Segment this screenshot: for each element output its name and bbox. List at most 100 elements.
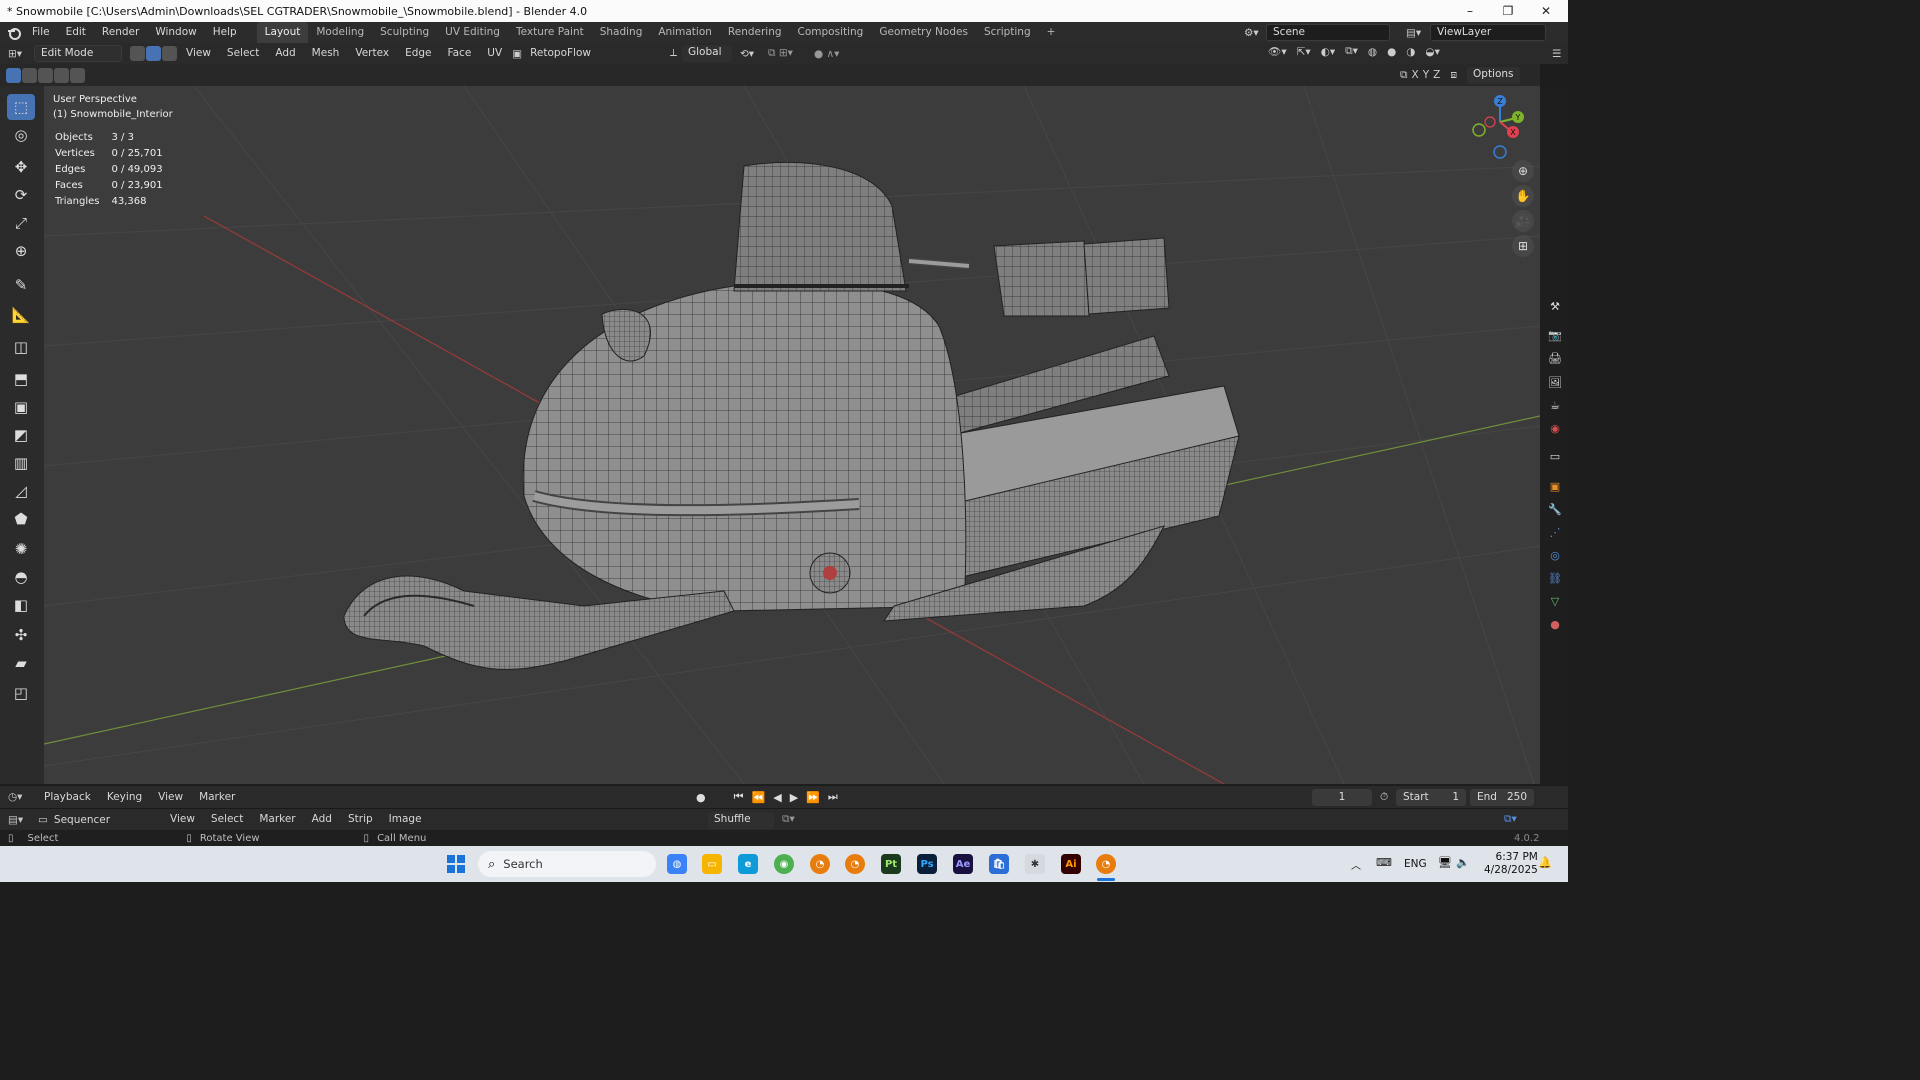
chrome-icon[interactable]: ◉: [774, 854, 794, 874]
move-icon[interactable]: ✥: [7, 154, 35, 180]
blender-logo-icon[interactable]: [4, 26, 24, 40]
select-box-icon[interactable]: ⬚: [7, 94, 35, 120]
select-intersect-button[interactable]: [70, 67, 85, 83]
transform-icon[interactable]: ⊕: [7, 238, 35, 264]
substance-painter-icon[interactable]: Pt: [881, 854, 901, 874]
shrink-fatten-icon[interactable]: ✣: [7, 622, 35, 648]
ortho-toggle-icon[interactable]: ⊞: [1512, 235, 1534, 257]
viewlayer-selector[interactable]: ▤▾ ViewLayer: [1406, 24, 1546, 41]
vertex-select-button[interactable]: [130, 46, 145, 61]
file-explorer-icon[interactable]: ▭: [702, 854, 722, 874]
overlay-toggle-icon[interactable]: ◐▾: [1321, 46, 1335, 58]
wireframe-shading-icon[interactable]: ◍: [1368, 46, 1377, 58]
play-reverse-icon[interactable]: ◀: [773, 791, 781, 804]
end-frame-field[interactable]: End 250: [1470, 789, 1534, 806]
edge-browser-icon[interactable]: e: [738, 854, 758, 874]
menu-edit[interactable]: Edit: [58, 22, 94, 43]
tab-uv-editing[interactable]: UV Editing: [437, 22, 508, 43]
record-icon[interactable]: ●: [696, 791, 706, 804]
tab-shading[interactable]: Shading: [592, 22, 651, 43]
menu-window[interactable]: Window: [147, 22, 204, 43]
select-subtract-button[interactable]: [38, 67, 53, 83]
edge-select-button[interactable]: [146, 46, 161, 61]
retopoflow-menu[interactable]: RetopoFlow: [522, 43, 599, 64]
sequencer-editor-icon[interactable]: ▤▾: [0, 814, 32, 826]
data-properties-icon[interactable]: ▽: [1547, 593, 1563, 609]
timeline-editor-icon[interactable]: ◷▾: [0, 791, 36, 803]
select-invert-button[interactable]: [54, 67, 69, 83]
collection-properties-icon[interactable]: ▭: [1547, 448, 1563, 464]
inset-icon[interactable]: ▣: [7, 394, 35, 420]
menu-uv[interactable]: UV: [479, 43, 510, 64]
minimize-button[interactable]: –: [1452, 0, 1488, 22]
add-cube-icon[interactable]: ◫: [7, 334, 35, 360]
zbrush-icon[interactable]: ✱: [1025, 854, 1045, 874]
spin-icon[interactable]: ✺: [7, 536, 35, 562]
world-properties-icon[interactable]: ◉: [1547, 420, 1563, 436]
seq-overlay-icon[interactable]: ⧉▾: [1504, 813, 1517, 826]
notification-icon[interactable]: 🔔: [1538, 856, 1552, 869]
tab-animation[interactable]: Animation: [650, 22, 720, 43]
3d-viewport[interactable]: Z Y X ⊕ ✋ 🎥 ⊞: [44, 86, 1540, 784]
tab-sculpting[interactable]: Sculpting: [372, 22, 437, 43]
loop-cut-icon[interactable]: ▥: [7, 450, 35, 476]
close-button[interactable]: ✕: [1528, 0, 1564, 22]
sidebar-toggle-icon[interactable]: ☰: [1552, 48, 1561, 60]
illustrator-icon[interactable]: Ai: [1061, 854, 1081, 874]
tray-chevron-icon[interactable]: ︿: [1351, 857, 1361, 872]
options-dropdown[interactable]: Options: [1467, 66, 1520, 84]
menu-keying[interactable]: Keying: [99, 787, 150, 808]
output-properties-icon[interactable]: 🖨: [1547, 350, 1563, 366]
menu-render[interactable]: Render: [94, 22, 147, 43]
measure-icon[interactable]: 📐: [7, 302, 35, 328]
camera-view-icon[interactable]: 🎥: [1512, 210, 1534, 232]
axis-x-toggle[interactable]: X: [1412, 69, 1419, 81]
seq-snap-icon[interactable]: ⧉▾: [782, 813, 795, 826]
tab-compositing[interactable]: Compositing: [790, 22, 872, 43]
zoom-icon[interactable]: ⊕: [1512, 160, 1534, 182]
mirror-icon[interactable]: ⧉: [1400, 69, 1408, 82]
autosnap-icon[interactable]: ⧈: [1450, 69, 1457, 82]
material-shading-icon[interactable]: ◑: [1406, 46, 1415, 58]
menu-seq-view[interactable]: View: [162, 809, 203, 830]
scale-icon[interactable]: ⤢: [7, 210, 35, 236]
menu-marker[interactable]: Marker: [191, 787, 243, 808]
select-extend-button[interactable]: [22, 67, 37, 83]
menu-select[interactable]: Select: [219, 43, 267, 64]
shuffle-dropdown[interactable]: Shuffle: [708, 812, 774, 829]
axis-y-toggle[interactable]: Y: [1423, 69, 1429, 81]
extrude-icon[interactable]: ⬒: [7, 366, 35, 392]
menu-add[interactable]: Add: [267, 43, 303, 64]
play-icon[interactable]: ▶: [790, 791, 798, 804]
editor-type-icon[interactable]: ⊞▾: [0, 48, 28, 60]
material-properties-icon[interactable]: ●: [1547, 616, 1563, 632]
orientation-dropdown[interactable]: Global: [682, 45, 732, 62]
xray-icon[interactable]: ⧉▾: [1345, 45, 1358, 58]
language-indicator[interactable]: ENG: [1404, 858, 1427, 870]
cursor-icon[interactable]: ◎: [7, 122, 35, 148]
shear-icon[interactable]: ▰: [7, 650, 35, 676]
particle-properties-icon[interactable]: ⋰: [1547, 524, 1563, 540]
scene-field[interactable]: Scene: [1266, 24, 1390, 41]
menu-face[interactable]: Face: [440, 43, 480, 64]
menu-seq-select[interactable]: Select: [203, 809, 251, 830]
tab-rendering[interactable]: Rendering: [720, 22, 790, 43]
keyboard-icon[interactable]: ⌨: [1376, 856, 1392, 869]
tab-geometry-nodes[interactable]: Geometry Nodes: [871, 22, 976, 43]
menu-edge[interactable]: Edge: [397, 43, 439, 64]
windows-start-icon[interactable]: [447, 855, 465, 873]
menu-seq-image[interactable]: Image: [381, 809, 430, 830]
widgets-icon[interactable]: ◍: [667, 854, 687, 874]
axis-z-toggle[interactable]: Z: [1433, 69, 1440, 81]
smooth-icon[interactable]: ◓: [7, 564, 35, 590]
solid-shading-icon[interactable]: ●: [1387, 46, 1396, 58]
menu-playback[interactable]: Playback: [36, 787, 99, 808]
rotate-icon[interactable]: ⟳: [7, 182, 35, 208]
tool-properties-icon[interactable]: ⚒: [1547, 298, 1563, 314]
after-effects-icon[interactable]: Ae: [953, 854, 973, 874]
rip-region-icon[interactable]: ◰: [7, 680, 35, 706]
navigation-gizmo[interactable]: Z Y X: [1460, 92, 1540, 172]
select-new-button[interactable]: [6, 67, 21, 83]
jump-start-icon[interactable]: ⏮: [734, 790, 744, 804]
pan-hand-icon[interactable]: ✋: [1512, 185, 1534, 207]
